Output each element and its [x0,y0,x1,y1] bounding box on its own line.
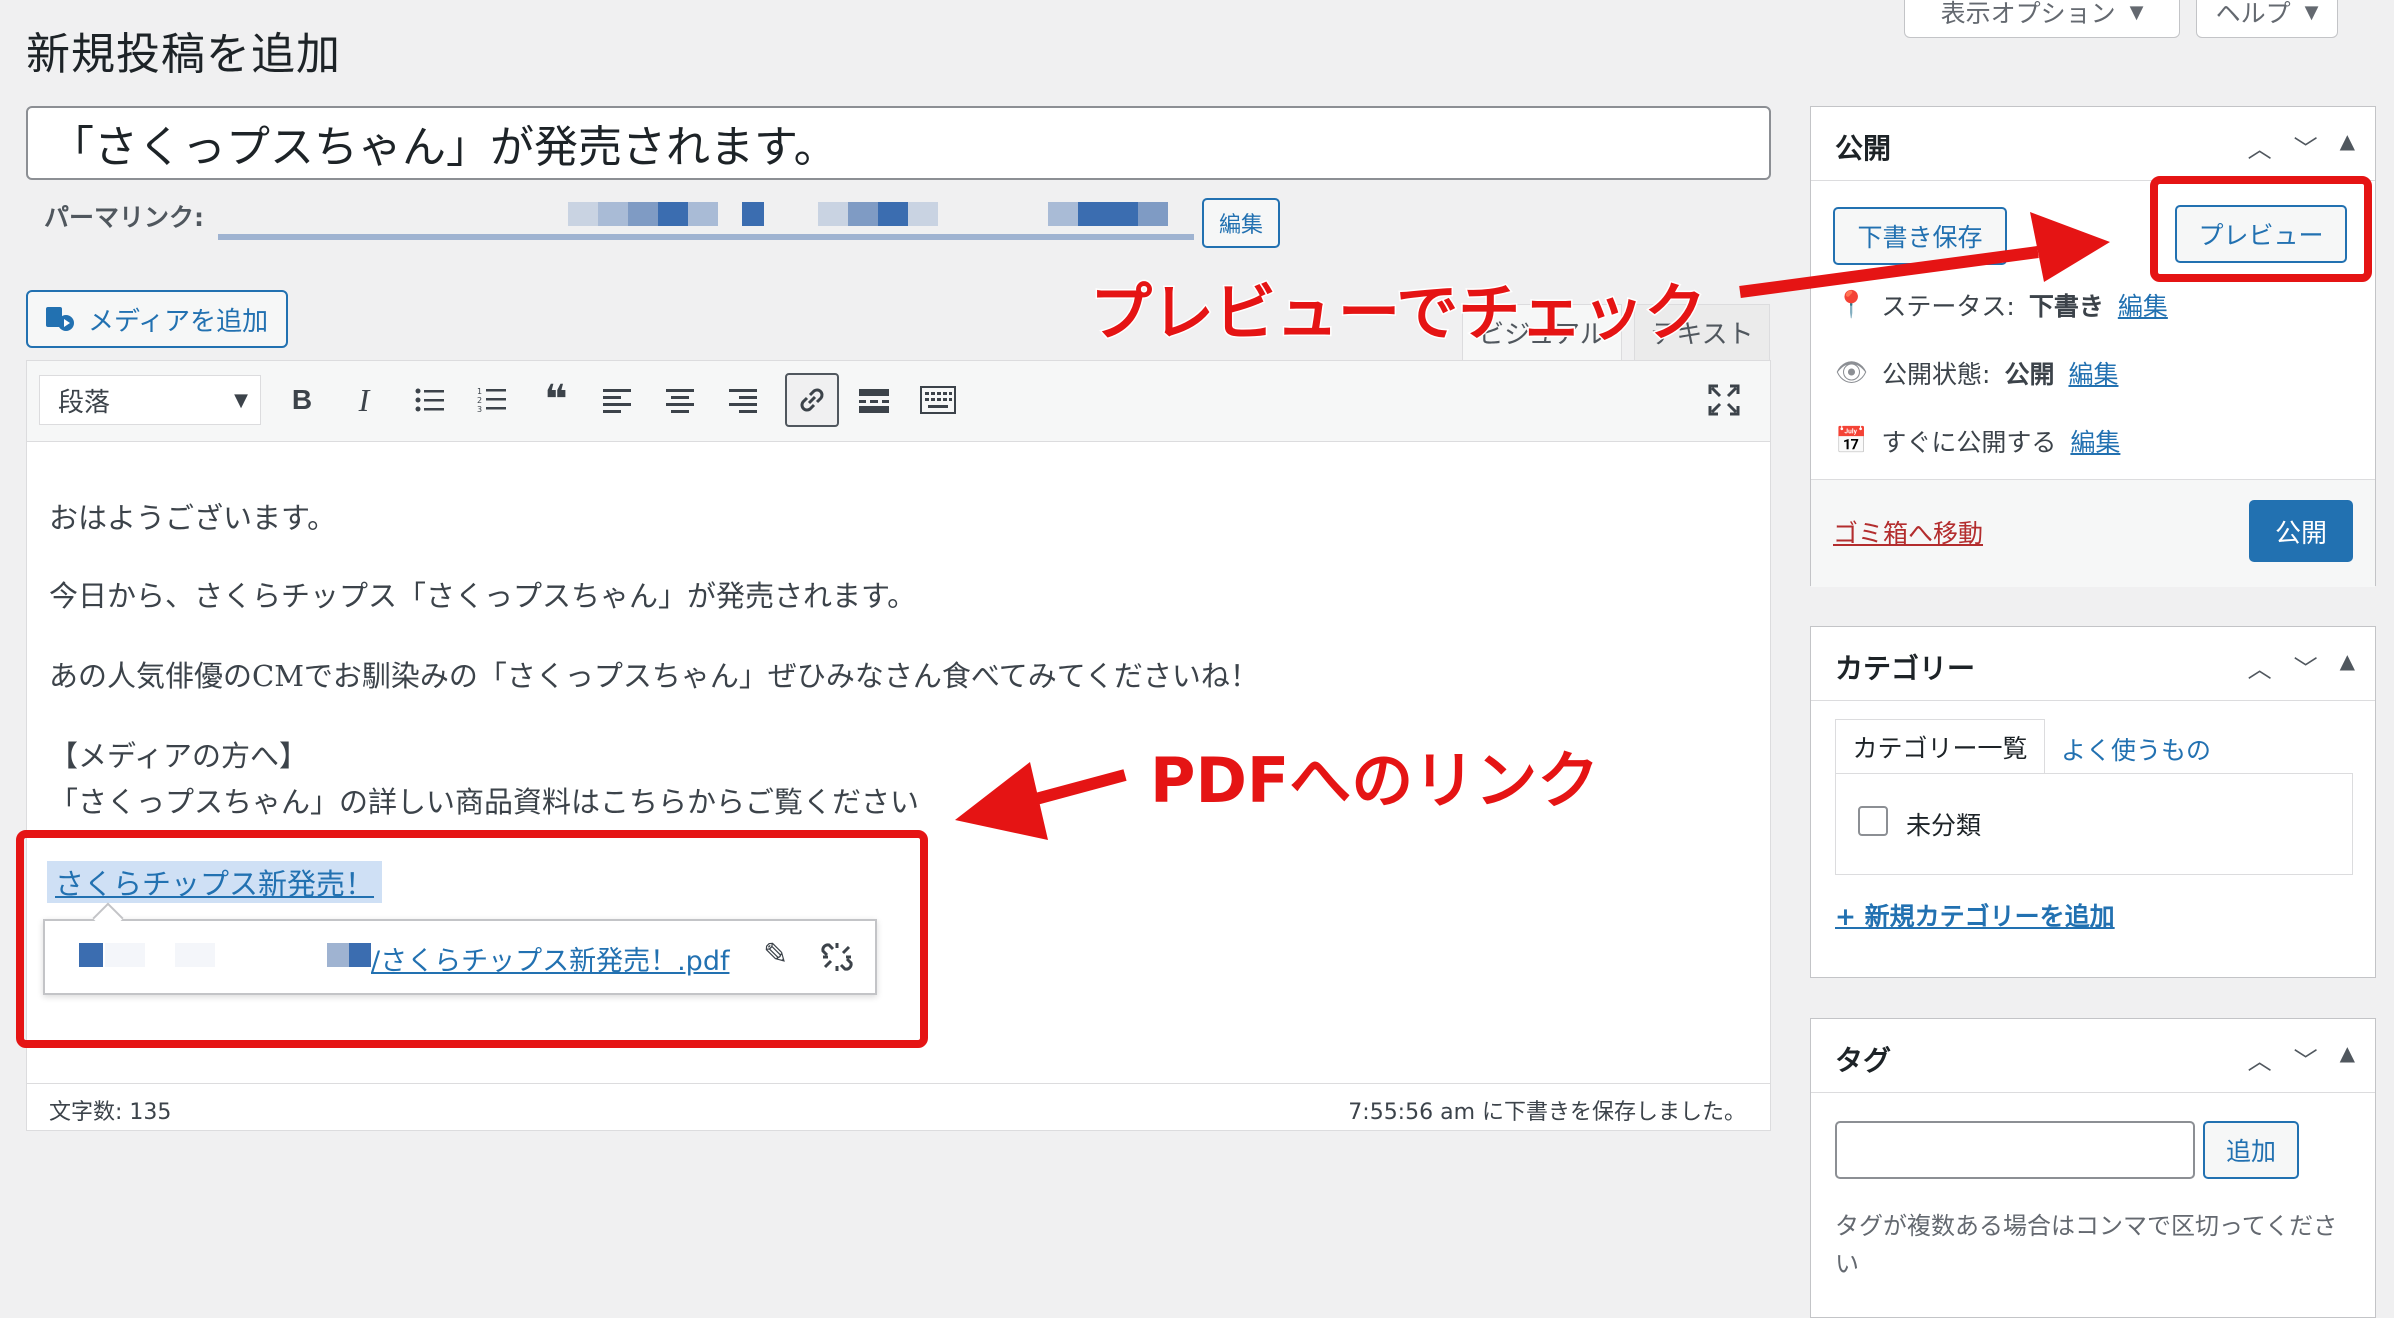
annotation-arrows [955,212,2110,840]
arrow-to-preview-icon [1739,246,2039,298]
